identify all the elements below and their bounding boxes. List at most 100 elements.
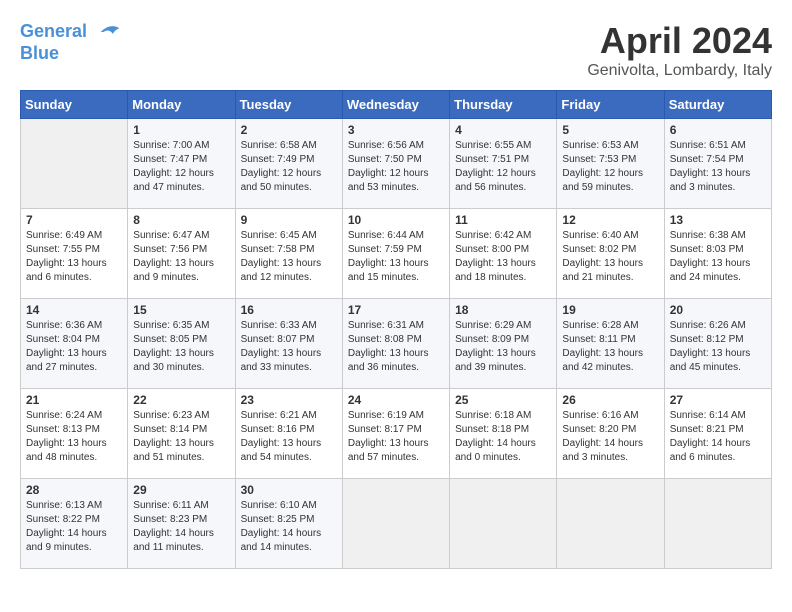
calendar-week-row: 7 Sunrise: 6:49 AMSunset: 7:55 PMDaylight…: [21, 209, 772, 299]
calendar-body: 1 Sunrise: 7:00 AMSunset: 7:47 PMDaylight…: [21, 119, 772, 569]
calendar-cell: 30Sunrise: 6:10 AMSunset: 8:25 PMDayligh…: [235, 479, 342, 569]
day-number: 3: [348, 123, 444, 137]
day-number: 10: [348, 213, 444, 227]
weekday-header: Saturday: [664, 91, 771, 119]
calendar-cell: 16Sunrise: 6:33 AMSunset: 8:07 PMDayligh…: [235, 299, 342, 389]
day-number: 6: [670, 123, 766, 137]
day-number: 28: [26, 483, 122, 497]
calendar-week-row: 28 Sunrise: 6:13 AMSunset: 8:22 PMDayligh…: [21, 479, 772, 569]
day-info: Sunrise: 6:40 AMSunset: 8:02 PMDaylight:…: [562, 229, 658, 285]
day-number: 23: [241, 393, 337, 407]
calendar-cell: 17 Sunrise: 6:31 AMSunset: 8:08 PMDayligh…: [342, 299, 449, 389]
day-info: Sunrise: 6:58 AMSunset: 7:49 PMDaylight:…: [241, 139, 337, 195]
calendar-cell: 24Sunrise: 6:19 AMSunset: 8:17 PMDayligh…: [342, 389, 449, 479]
day-number: 30: [241, 483, 337, 497]
day-info: Sunrise: 6:19 AMSunset: 8:17 PMDaylight:…: [348, 409, 444, 465]
weekday-header: Monday: [128, 91, 235, 119]
day-number: 15: [133, 303, 229, 317]
calendar-cell: 28 Sunrise: 6:13 AMSunset: 8:22 PMDayligh…: [21, 479, 128, 569]
day-info: Sunrise: 6:36 AMSunset: 8:04 PMDaylight:…: [26, 319, 122, 375]
calendar-cell: 22 Sunrise: 6:23 AMSunset: 8:14 PMDayligh…: [128, 389, 235, 479]
calendar-cell: 13Sunrise: 6:38 AMSunset: 8:03 PMDayligh…: [664, 209, 771, 299]
calendar-cell: 3 Sunrise: 6:56 AMSunset: 7:50 PMDaylight…: [342, 119, 449, 209]
day-number: 1: [133, 123, 229, 137]
day-number: 8: [133, 213, 229, 227]
day-number: 27: [670, 393, 766, 407]
calendar-week-row: 1 Sunrise: 7:00 AMSunset: 7:47 PMDaylight…: [21, 119, 772, 209]
calendar-cell: 4Sunrise: 6:55 AMSunset: 7:51 PMDaylight…: [450, 119, 557, 209]
calendar-week-row: 14 Sunrise: 6:36 AMSunset: 8:04 PMDayligh…: [21, 299, 772, 389]
calendar-cell: 23 Sunrise: 6:21 AMSunset: 8:16 PMDayligh…: [235, 389, 342, 479]
day-info: Sunrise: 6:31 AMSunset: 8:08 PMDaylight:…: [348, 319, 444, 375]
calendar-cell: [664, 479, 771, 569]
day-info: Sunrise: 6:18 AMSunset: 8:18 PMDaylight:…: [455, 409, 551, 465]
calendar-cell: [450, 479, 557, 569]
logo: General Blue: [20, 20, 124, 64]
day-info: Sunrise: 6:14 AMSunset: 8:21 PMDaylight:…: [670, 409, 766, 465]
day-info: Sunrise: 6:23 AMSunset: 8:14 PMDaylight:…: [133, 409, 229, 465]
calendar-table: SundayMondayTuesdayWednesdayThursdayFrid…: [20, 90, 772, 569]
day-info: Sunrise: 7:00 AMSunset: 7:47 PMDaylight:…: [133, 139, 229, 195]
calendar-cell: 7 Sunrise: 6:49 AMSunset: 7:55 PMDaylight…: [21, 209, 128, 299]
day-info: Sunrise: 6:49 AMSunset: 7:55 PMDaylight:…: [26, 229, 122, 285]
day-info: Sunrise: 6:55 AMSunset: 7:51 PMDaylight:…: [455, 139, 551, 195]
day-number: 29: [133, 483, 229, 497]
day-number: 11: [455, 213, 551, 227]
calendar-cell: 2 Sunrise: 6:58 AMSunset: 7:49 PMDaylight…: [235, 119, 342, 209]
calendar-header: SundayMondayTuesdayWednesdayThursdayFrid…: [21, 91, 772, 119]
day-info: Sunrise: 6:44 AMSunset: 7:59 PMDaylight:…: [348, 229, 444, 285]
calendar-cell: 26 Sunrise: 6:16 AMSunset: 8:20 PMDayligh…: [557, 389, 664, 479]
calendar-cell: [557, 479, 664, 569]
weekday-header: Thursday: [450, 91, 557, 119]
calendar-cell: 6 Sunrise: 6:51 AMSunset: 7:54 PMDaylight…: [664, 119, 771, 209]
calendar-cell: 14 Sunrise: 6:36 AMSunset: 8:04 PMDayligh…: [21, 299, 128, 389]
day-number: 17: [348, 303, 444, 317]
day-number: 26: [562, 393, 658, 407]
calendar-cell: 20 Sunrise: 6:26 AMSunset: 8:12 PMDayligh…: [664, 299, 771, 389]
calendar-cell: 21 Sunrise: 6:24 AMSunset: 8:13 PMDayligh…: [21, 389, 128, 479]
day-info: Sunrise: 6:47 AMSunset: 7:56 PMDaylight:…: [133, 229, 229, 285]
day-info: Sunrise: 6:42 AMSunset: 8:00 PMDaylight:…: [455, 229, 551, 285]
month-title: April 2024: [587, 20, 772, 62]
day-info: Sunrise: 6:56 AMSunset: 7:50 PMDaylight:…: [348, 139, 444, 195]
day-info: Sunrise: 6:24 AMSunset: 8:13 PMDaylight:…: [26, 409, 122, 465]
subtitle: Genivolta, Lombardy, Italy: [587, 62, 772, 80]
day-number: 19: [562, 303, 658, 317]
calendar-cell: [21, 119, 128, 209]
day-info: Sunrise: 6:13 AMSunset: 8:22 PMDaylight:…: [26, 499, 122, 555]
calendar-cell: 18Sunrise: 6:29 AMSunset: 8:09 PMDayligh…: [450, 299, 557, 389]
calendar-cell: 15Sunrise: 6:35 AMSunset: 8:05 PMDayligh…: [128, 299, 235, 389]
weekday-header: Sunday: [21, 91, 128, 119]
day-number: 22: [133, 393, 229, 407]
calendar-cell: 8 Sunrise: 6:47 AMSunset: 7:56 PMDaylight…: [128, 209, 235, 299]
header-row: SundayMondayTuesdayWednesdayThursdayFrid…: [21, 91, 772, 119]
day-number: 21: [26, 393, 122, 407]
calendar-cell: 19 Sunrise: 6:28 AMSunset: 8:11 PMDayligh…: [557, 299, 664, 389]
logo-text: General: [20, 20, 124, 44]
day-number: 9: [241, 213, 337, 227]
day-number: 20: [670, 303, 766, 317]
day-info: Sunrise: 6:45 AMSunset: 7:58 PMDaylight:…: [241, 229, 337, 285]
calendar-cell: 29Sunrise: 6:11 AMSunset: 8:23 PMDayligh…: [128, 479, 235, 569]
day-number: 2: [241, 123, 337, 137]
logo-general: General: [20, 21, 87, 41]
day-number: 14: [26, 303, 122, 317]
calendar-cell: 25 Sunrise: 6:18 AMSunset: 8:18 PMDayligh…: [450, 389, 557, 479]
calendar-cell: [342, 479, 449, 569]
weekday-header: Tuesday: [235, 91, 342, 119]
day-number: 13: [670, 213, 766, 227]
day-number: 7: [26, 213, 122, 227]
day-number: 25: [455, 393, 551, 407]
day-info: Sunrise: 6:16 AMSunset: 8:20 PMDaylight:…: [562, 409, 658, 465]
page-header: General Blue April 2024 Genivolta, Lomba…: [20, 20, 772, 80]
calendar-cell: 11 Sunrise: 6:42 AMSunset: 8:00 PMDayligh…: [450, 209, 557, 299]
day-info: Sunrise: 6:28 AMSunset: 8:11 PMDaylight:…: [562, 319, 658, 375]
day-number: 18: [455, 303, 551, 317]
day-number: 16: [241, 303, 337, 317]
weekday-header: Wednesday: [342, 91, 449, 119]
calendar-cell: 10 Sunrise: 6:44 AMSunset: 7:59 PMDayligh…: [342, 209, 449, 299]
day-info: Sunrise: 6:51 AMSunset: 7:54 PMDaylight:…: [670, 139, 766, 195]
calendar-cell: 12Sunrise: 6:40 AMSunset: 8:02 PMDayligh…: [557, 209, 664, 299]
day-info: Sunrise: 6:21 AMSunset: 8:16 PMDaylight:…: [241, 409, 337, 465]
day-info: Sunrise: 6:26 AMSunset: 8:12 PMDaylight:…: [670, 319, 766, 375]
